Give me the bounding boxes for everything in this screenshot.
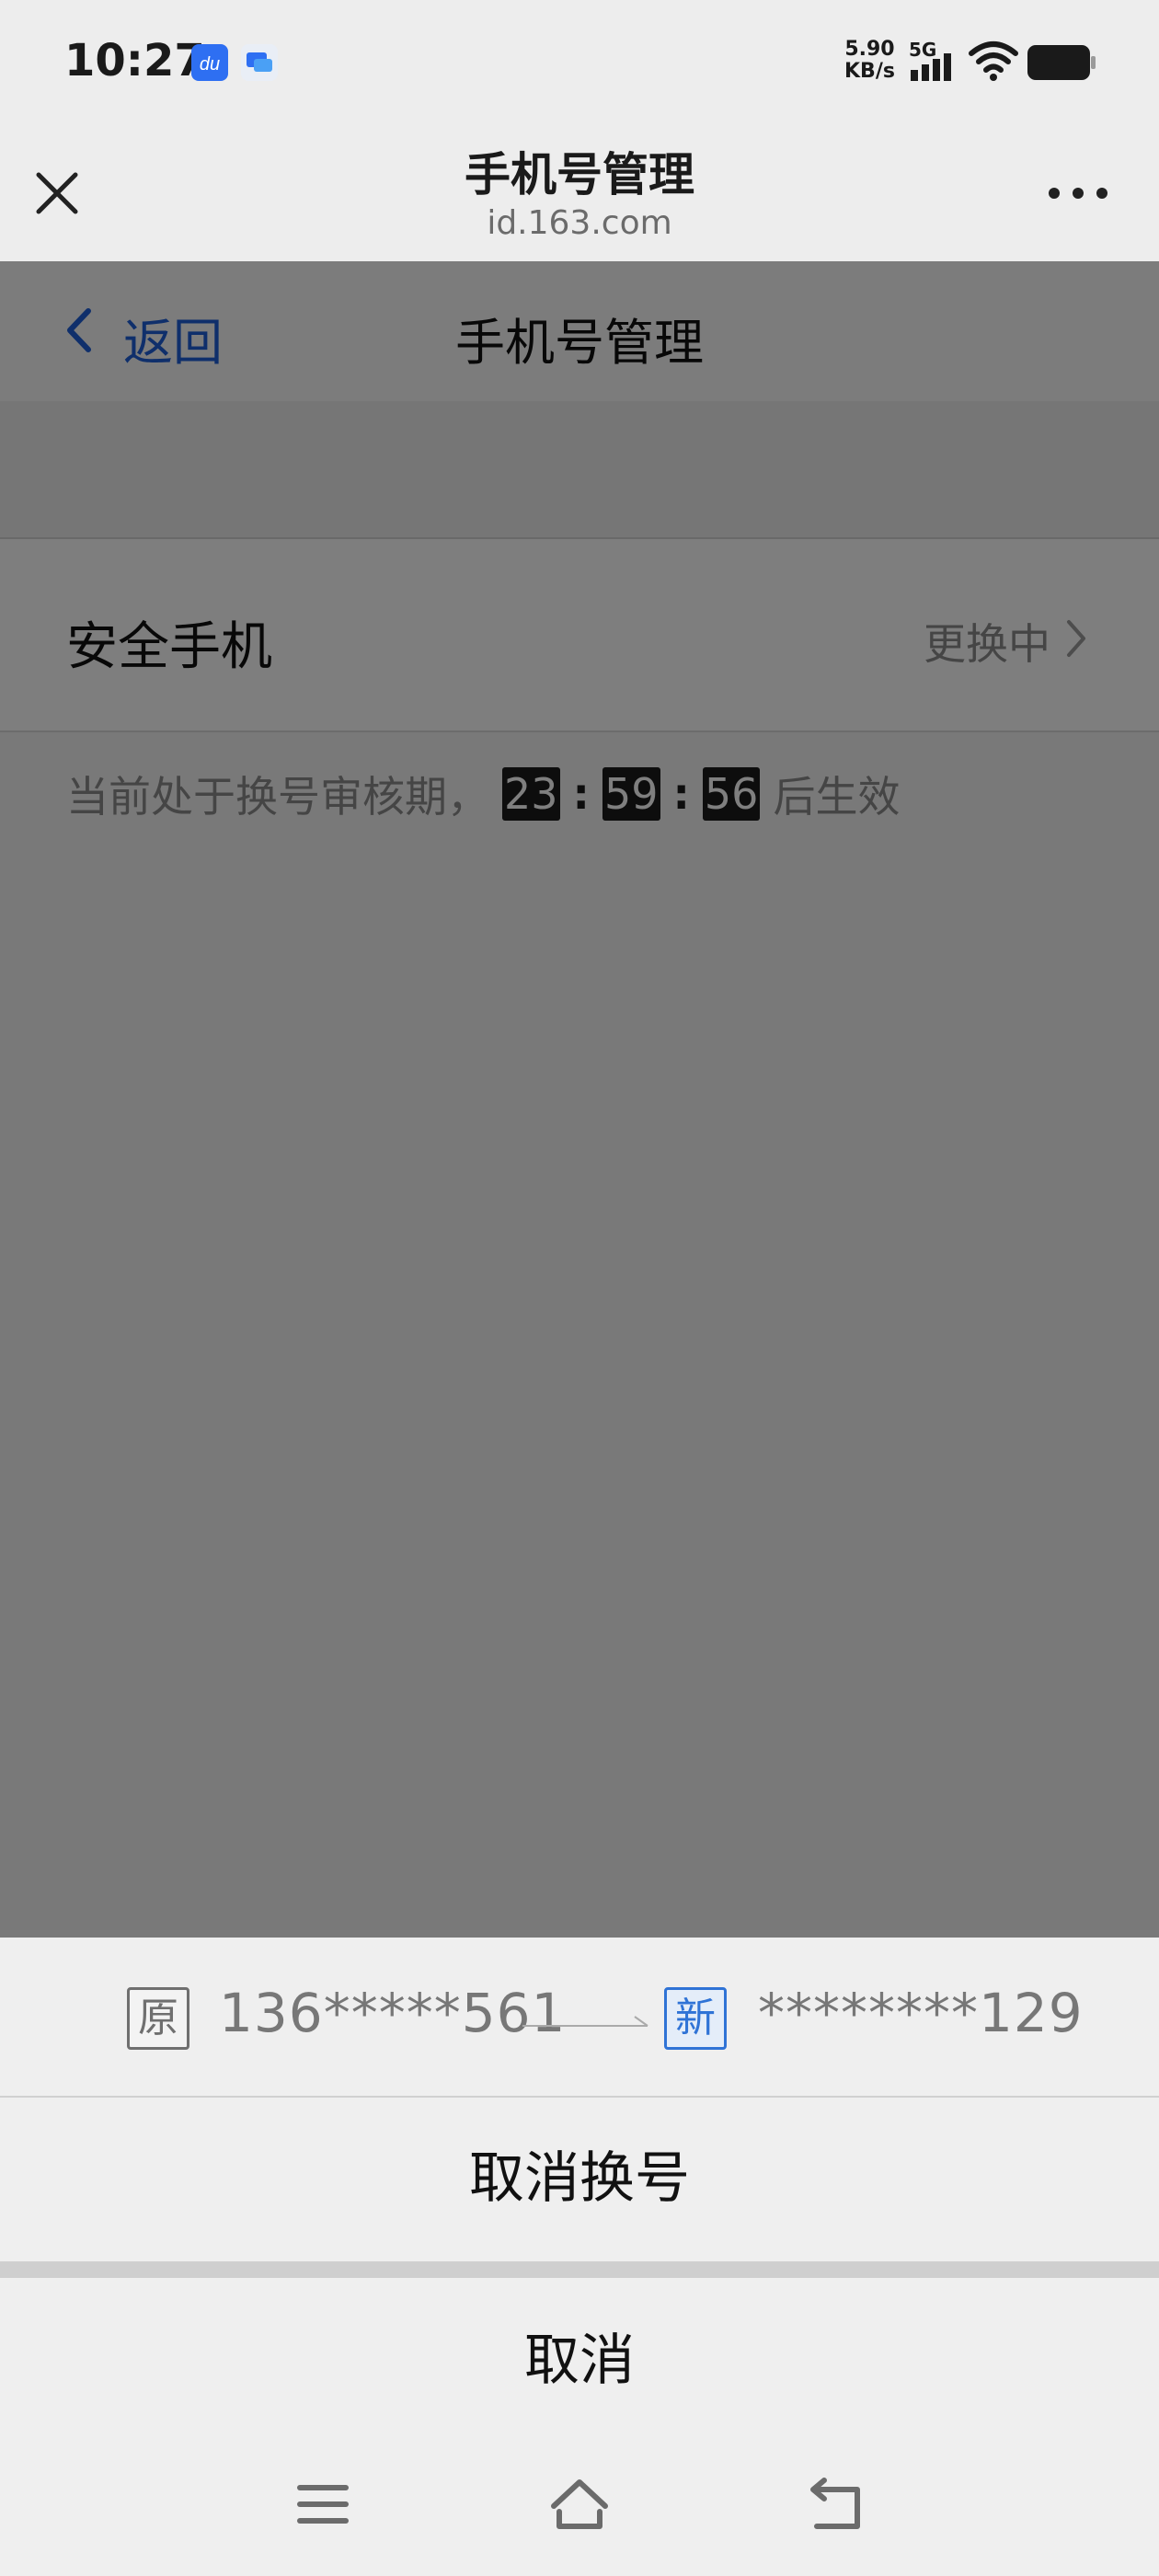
phone-change-info: 原 136*****561 新 ********129	[0, 1938, 1159, 2098]
wifi-icon	[969, 41, 1018, 81]
modal-overlay[interactable]	[0, 261, 1159, 1938]
battery-icon	[1027, 45, 1096, 80]
net-speed-unit: KB/s	[844, 60, 895, 83]
svg-text:du: du	[200, 54, 220, 75]
system-nav-bar	[0, 2444, 1159, 2576]
screen: 10:27 du 5.90 KB/s 5G 手机号管理 id.163.com 原…	[0, 0, 1159, 2576]
new-tag: 新	[664, 1987, 727, 2050]
baidu-app-icon: du	[191, 44, 228, 81]
browser-bar: 手机号管理 id.163.com	[0, 125, 1159, 261]
sheet-divider	[0, 2261, 1159, 2278]
signal-icon	[911, 53, 951, 81]
home-icon[interactable]	[546, 2475, 613, 2534]
net-speed-value: 5.90	[844, 38, 895, 61]
cancel-change-button[interactable]: 取消换号	[0, 2099, 1159, 2258]
chat-app-icon	[241, 44, 278, 81]
browser-url: id.163.com	[487, 204, 672, 242]
net-speed: 5.90 KB/s	[844, 39, 895, 83]
new-phone: ********129	[758, 1982, 1084, 2044]
status-time: 10:27	[64, 35, 205, 86]
cancel-button[interactable]: 取消	[0, 2278, 1159, 2444]
browser-title: 手机号管理	[465, 148, 694, 201]
arrow-right-icon	[522, 2016, 648, 2027]
old-tag: 原	[127, 1987, 189, 2050]
back-nav-icon[interactable]	[808, 2475, 865, 2534]
old-phone: 136*****561	[219, 1982, 567, 2044]
menu-icon[interactable]	[294, 2478, 351, 2530]
more-icon[interactable]	[1045, 182, 1111, 204]
status-bar: 10:27 du 5.90 KB/s 5G	[0, 0, 1159, 125]
